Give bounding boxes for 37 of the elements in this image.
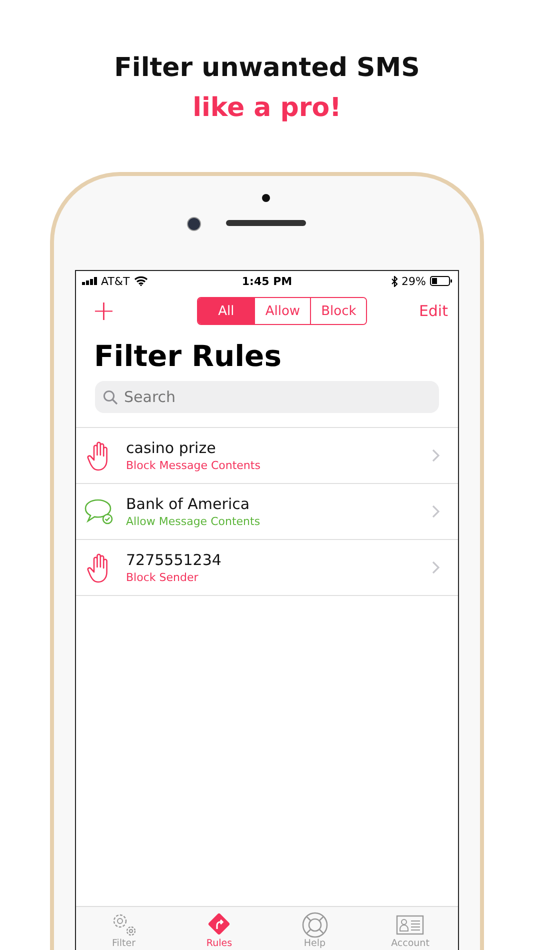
battery-percent: 29% bbox=[402, 274, 426, 288]
search-icon bbox=[103, 390, 118, 405]
rule-name: Bank of America bbox=[126, 494, 251, 514]
edit-button[interactable]: Edit bbox=[418, 302, 448, 320]
chevron-icon bbox=[432, 561, 440, 574]
tab-item[interactable]: Rules bbox=[172, 907, 267, 950]
headline: Filter unwanted SMS bbox=[114, 52, 420, 85]
rule-type: Block Sender bbox=[126, 570, 200, 586]
page-title: Filter Rules bbox=[93, 338, 282, 375]
chat-check-icon bbox=[84, 498, 114, 524]
chevron-icon bbox=[432, 449, 440, 462]
filter-segment[interactable]: All bbox=[198, 298, 254, 324]
headline-accent: like a pro! bbox=[192, 92, 342, 125]
tab-item[interactable]: Account bbox=[362, 907, 458, 950]
lifebuoy-icon bbox=[300, 912, 329, 938]
rule-name: casino prize bbox=[126, 438, 217, 458]
battery-icon bbox=[430, 276, 452, 286]
wifi-icon bbox=[134, 276, 148, 286]
carrier-label: AT&T bbox=[101, 274, 130, 288]
rule-row[interactable]: Bank of America Allow Message Contents bbox=[76, 484, 458, 540]
rule-row[interactable]: casino prize Block Message Contents bbox=[76, 428, 458, 484]
rule-type: Allow Message Contents bbox=[126, 514, 262, 530]
search-field[interactable]: Search bbox=[95, 381, 439, 413]
chevron-icon bbox=[432, 505, 440, 518]
sensor-icon bbox=[262, 194, 270, 202]
signal-icon bbox=[82, 277, 97, 285]
bluetooth-icon bbox=[390, 276, 398, 286]
speaker-icon bbox=[226, 220, 306, 226]
tab-item[interactable]: Help bbox=[267, 907, 362, 950]
camera-icon bbox=[187, 217, 201, 231]
rule-row[interactable]: 7275551234 Block Sender bbox=[76, 540, 458, 596]
rule-type: Block Message Contents bbox=[126, 458, 262, 474]
filter-segment[interactable]: Block bbox=[310, 298, 366, 324]
status-time: 1:45 PM bbox=[242, 274, 292, 288]
tab-item[interactable]: Filter bbox=[76, 907, 172, 950]
add-button[interactable]: + bbox=[92, 297, 116, 325]
rule-name: 7275551234 bbox=[126, 550, 222, 570]
